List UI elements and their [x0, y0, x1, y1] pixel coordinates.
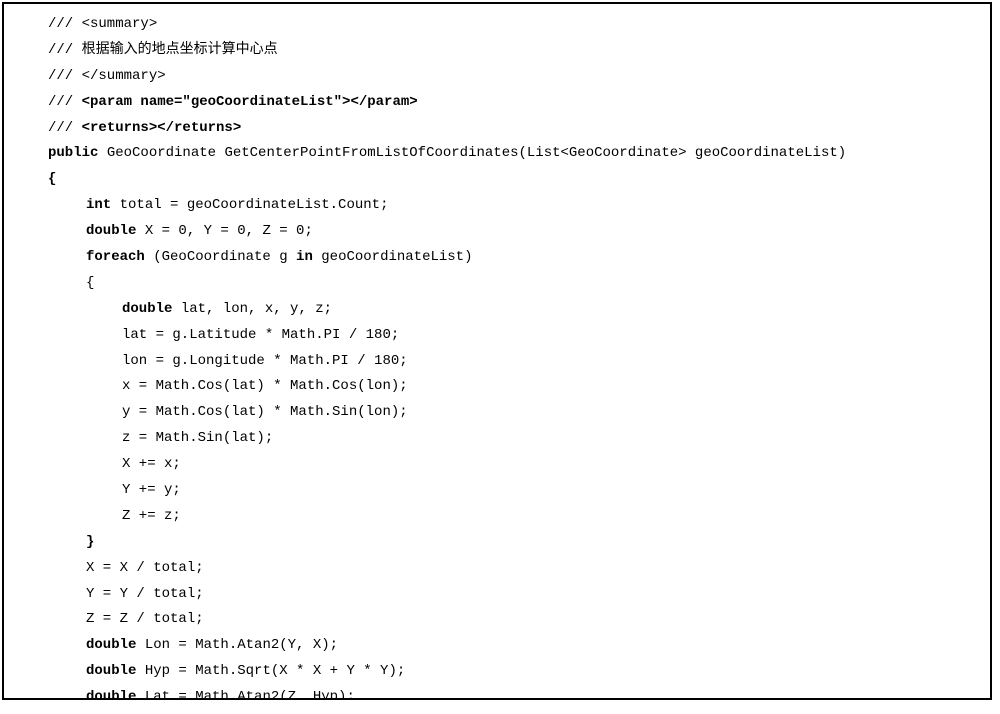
code-line: {: [14, 271, 980, 297]
code-token: z = Math.Sin(lat);: [122, 430, 273, 446]
code-line: /// <returns></returns>: [14, 116, 980, 142]
code-token: ///: [48, 120, 82, 136]
code-line: /// <summary>: [14, 12, 980, 38]
code-container: /// <summary> /// 根据输入的地点坐标计算中心点 /// </sum…: [2, 2, 992, 700]
code-token: <returns></returns>: [82, 120, 242, 136]
code-line: /// </summary>: [14, 64, 980, 90]
code-token: <param name="geoCoordinateList"></param>: [82, 94, 418, 110]
code-token: foreach: [86, 249, 145, 265]
code-line: double lat, lon, x, y, z;: [14, 297, 980, 323]
code-token: {: [48, 171, 56, 187]
code-block: /// <summary> /// 根据输入的地点坐标计算中心点 /// </sum…: [14, 12, 980, 700]
code-token: geoCoordinateList): [313, 249, 473, 265]
code-line: {: [14, 167, 980, 193]
code-token: y = Math.Cos(lat) * Math.Sin(lon);: [122, 404, 408, 420]
code-token: int: [86, 197, 111, 213]
code-token: lat = g.Latitude * Math.PI / 180;: [122, 327, 399, 343]
code-line: foreach (GeoCoordinate g in geoCoordinat…: [14, 245, 980, 271]
code-token: Hyp = Math.Sqrt(X * X + Y * Y);: [136, 663, 405, 679]
code-line: Y = Y / total;: [14, 582, 980, 608]
code-token: /// <summary>: [48, 16, 157, 32]
code-token: X += x;: [122, 456, 181, 472]
code-line: lon = g.Longitude * Math.PI / 180;: [14, 349, 980, 375]
code-line: /// <param name="geoCoordinateList"></pa…: [14, 90, 980, 116]
code-token: double: [122, 301, 172, 317]
code-token: ///: [48, 94, 82, 110]
code-token: X = 0, Y = 0, Z = 0;: [136, 223, 312, 239]
code-line: X += x;: [14, 452, 980, 478]
code-token: Y += y;: [122, 482, 181, 498]
code-token: Y = Y / total;: [86, 586, 204, 602]
code-line: }: [14, 530, 980, 556]
code-line: Y += y;: [14, 478, 980, 504]
code-token: double: [86, 637, 136, 653]
code-token: double: [86, 663, 136, 679]
code-line: double X = 0, Y = 0, Z = 0;: [14, 219, 980, 245]
code-token: /// 根据输入的地点坐标计算中心点: [48, 42, 278, 58]
code-token: GeoCoordinate GetCenterPointFromListOfCo…: [98, 145, 846, 161]
code-token: double: [86, 689, 136, 700]
code-token: Lon = Math.Atan2(Y, X);: [136, 637, 338, 653]
code-token: Lat = Math.Atan2(Z, Hyp);: [136, 689, 354, 700]
code-line: z = Math.Sin(lat);: [14, 426, 980, 452]
code-line: Z += z;: [14, 504, 980, 530]
code-line: lat = g.Latitude * Math.PI / 180;: [14, 323, 980, 349]
code-line: double Lat = Math.Atan2(Z, Hyp);: [14, 685, 980, 700]
code-token: lat, lon, x, y, z;: [172, 301, 332, 317]
code-token: }: [86, 534, 94, 550]
code-token: total = geoCoordinateList.Count;: [111, 197, 388, 213]
code-token: Z += z;: [122, 508, 181, 524]
code-token: in: [296, 249, 313, 265]
code-token: double: [86, 223, 136, 239]
code-token: lon = g.Longitude * Math.PI / 180;: [122, 353, 408, 369]
code-token: public: [48, 145, 98, 161]
code-token: (GeoCoordinate g: [145, 249, 296, 265]
code-token: Z = Z / total;: [86, 611, 204, 627]
code-line: X = X / total;: [14, 556, 980, 582]
code-line: int total = geoCoordinateList.Count;: [14, 193, 980, 219]
code-line: /// 根据输入的地点坐标计算中心点: [14, 38, 980, 64]
code-line: double Lon = Math.Atan2(Y, X);: [14, 633, 980, 659]
code-line: public GeoCoordinate GetCenterPointFromL…: [14, 141, 980, 167]
code-line: Z = Z / total;: [14, 607, 980, 633]
code-token: X = X / total;: [86, 560, 204, 576]
code-token: {: [86, 275, 94, 291]
code-line: x = Math.Cos(lat) * Math.Cos(lon);: [14, 374, 980, 400]
code-line: double Hyp = Math.Sqrt(X * X + Y * Y);: [14, 659, 980, 685]
code-token: x = Math.Cos(lat) * Math.Cos(lon);: [122, 378, 408, 394]
code-token: /// </summary>: [48, 68, 166, 84]
code-line: y = Math.Cos(lat) * Math.Sin(lon);: [14, 400, 980, 426]
